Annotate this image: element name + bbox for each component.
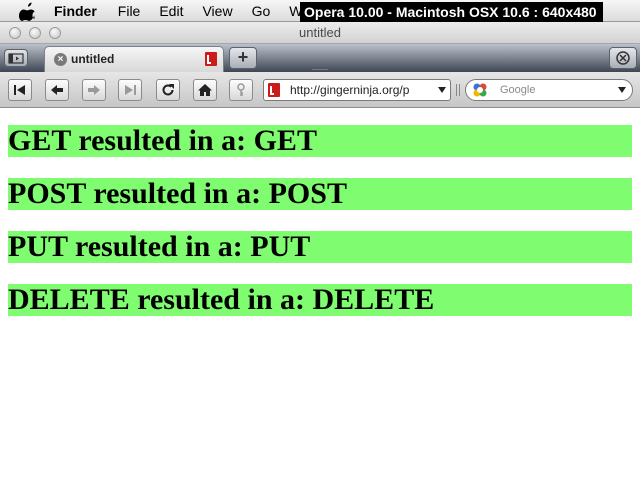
field-resize-grip[interactable]: [456, 84, 460, 96]
menu-bar: Finder File Edit View Go W Opera 10.00 -…: [0, 0, 640, 22]
tab-untitled[interactable]: × untitled: [44, 46, 224, 72]
reload-button[interactable]: [156, 79, 180, 101]
panel-toggle-button[interactable]: [4, 49, 28, 67]
home-icon: [198, 84, 212, 96]
closed-tabs-button[interactable]: [609, 47, 637, 69]
search-placeholder: Google: [500, 84, 536, 96]
navigation-toolbar: http://gingerninja.org/p Google: [0, 72, 640, 108]
result-heading-delete: DELETE resulted in a: DELETE: [8, 284, 632, 316]
address-field[interactable]: http://gingerninja.org/p: [263, 79, 451, 101]
forward-icon: [88, 85, 100, 95]
trash-icon: [616, 51, 630, 65]
result-heading-get: GET resulted in a: GET: [8, 125, 632, 157]
search-field[interactable]: Google: [465, 79, 633, 101]
fast-forward-button[interactable]: [118, 79, 142, 101]
address-text: http://gingerninja.org/p: [290, 83, 410, 97]
fast-forward-icon: [125, 85, 136, 95]
tab-label: untitled: [71, 52, 115, 66]
panel-toggle-icon: [8, 53, 24, 64]
menu-finder[interactable]: Finder: [54, 3, 97, 19]
chevron-down-icon[interactable]: [618, 87, 626, 93]
rewind-button[interactable]: [8, 79, 32, 101]
back-button[interactable]: [45, 79, 69, 101]
menu-edit[interactable]: Edit: [159, 3, 183, 19]
menu-view[interactable]: View: [202, 3, 232, 19]
result-heading-post: POST resulted in a: POST: [8, 178, 632, 210]
key-icon: [237, 83, 245, 96]
result-heading-put: PUT resulted in a: PUT: [8, 231, 632, 263]
window-titlebar: untitled: [0, 22, 640, 44]
home-button[interactable]: [193, 79, 217, 101]
google-icon: [473, 83, 487, 97]
screenshot-caption: Opera 10.00 - Macintosh OSX 10.6 : 640x4…: [300, 2, 603, 22]
forward-button[interactable]: [82, 79, 106, 101]
apple-icon[interactable]: [19, 1, 37, 21]
close-icon[interactable]: ×: [54, 53, 67, 66]
menu-go[interactable]: Go: [252, 3, 271, 19]
new-tab-button[interactable]: +: [229, 47, 257, 69]
back-icon: [51, 85, 63, 95]
chevron-down-icon[interactable]: [438, 87, 446, 93]
window-title: untitled: [299, 25, 341, 40]
reload-icon: [162, 84, 174, 96]
page-content: GET resulted in a: GET POST resulted in …: [0, 108, 640, 480]
plus-icon: +: [237, 47, 249, 67]
rewind-icon: [14, 85, 25, 95]
tab-bar: × untitled +: [0, 44, 640, 72]
opera-icon: [268, 83, 280, 97]
wand-button[interactable]: [229, 79, 253, 101]
opera-icon: [205, 52, 217, 66]
menu-file[interactable]: File: [118, 3, 141, 19]
